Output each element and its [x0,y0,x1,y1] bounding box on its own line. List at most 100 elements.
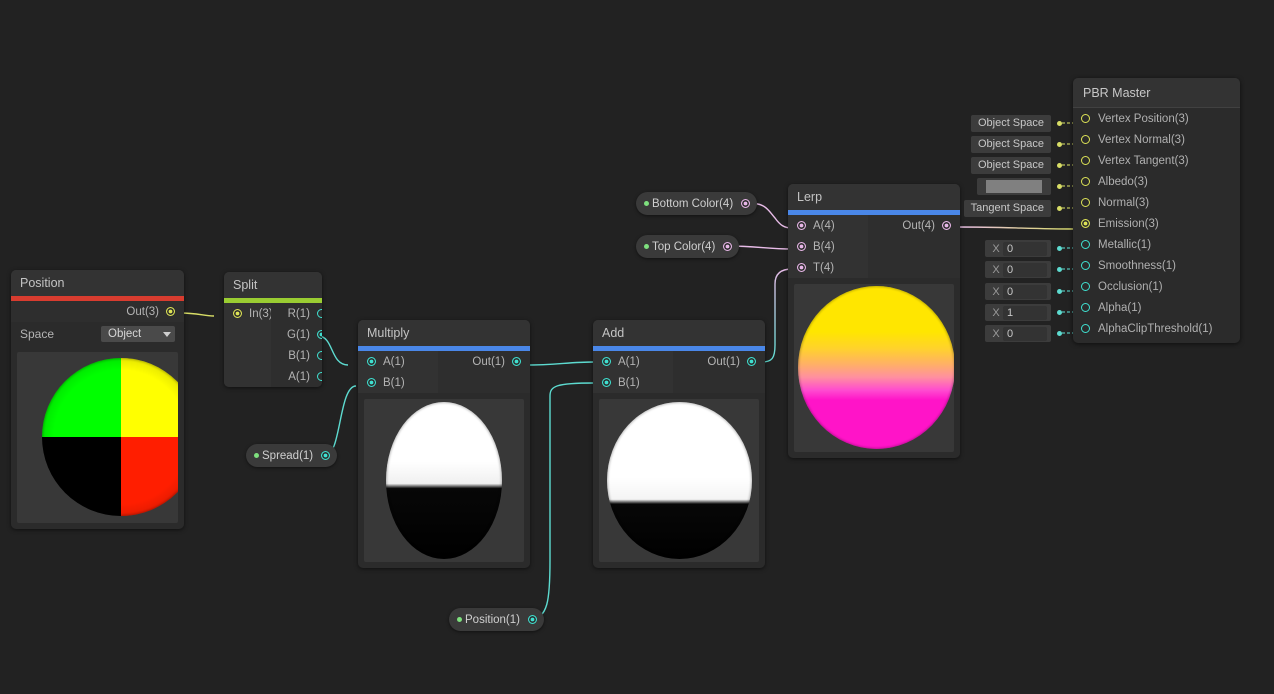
master-control-albedo[interactable] [960,178,1062,195]
normal-space-dropdown[interactable]: Tangent Space [963,200,1051,217]
property-bottom-color[interactable]: Bottom Color(4) [636,192,758,215]
port-dot-icon[interactable] [1081,114,1090,123]
output-port-out[interactable]: Out(4) [886,215,960,236]
port-dot-icon[interactable] [317,330,322,339]
node-pbr-master[interactable]: PBR Master Vertex Position(3) Vertex Nor… [1073,78,1240,343]
master-slot-metallic[interactable]: Metallic(1) [1073,234,1240,255]
input-port-b[interactable]: B(1) [593,372,673,393]
port-dot-icon[interactable] [797,221,806,230]
master-slot-alpha-clip-threshold[interactable]: AlphaClipThreshold(1) [1073,318,1240,339]
input-port-a[interactable]: A(1) [593,351,673,372]
occlusion-number-field[interactable]: X 0 [985,283,1051,300]
input-port-b[interactable]: B(4) [788,236,868,257]
port-dot-icon[interactable] [512,357,521,366]
master-slot-albedo[interactable]: Albedo(3) [1073,171,1240,192]
master-slot-label: Vertex Position(3) [1098,112,1189,125]
master-slot-label: Occlusion(1) [1098,280,1163,293]
port-dot-icon[interactable] [1081,282,1090,291]
port-dot-icon[interactable] [1081,177,1090,186]
alpha-clip-threshold-number-field[interactable]: X 0 [985,325,1051,342]
port-dot-icon[interactable] [233,309,242,318]
port-dot-icon[interactable] [166,307,175,316]
position-preview [17,352,178,523]
port-dot-icon[interactable] [321,451,331,460]
smoothness-number-field[interactable]: X 0 [985,261,1051,278]
port-dot-icon[interactable] [602,357,611,366]
alpha-value[interactable]: 1 [1003,305,1047,320]
input-port-in3[interactable]: In(3) [224,303,273,324]
node-multiply[interactable]: Multiply A(1) B(1) Out(1) [358,320,530,568]
output-port-out[interactable]: Out(1) [456,351,530,372]
alpha-number-field[interactable]: X 1 [985,304,1051,321]
port-dot-icon[interactable] [747,357,756,366]
port-dot-icon[interactable] [1081,219,1090,228]
smoothness-value[interactable]: 0 [1003,262,1047,277]
master-control-occlusion[interactable]: X 0 [960,283,1062,300]
master-control-metallic[interactable]: X 0 [960,240,1062,257]
master-slot-occlusion[interactable]: Occlusion(1) [1073,276,1240,297]
input-port-t[interactable]: T(4) [788,257,868,278]
port-dot-icon[interactable] [317,309,322,318]
node-split[interactable]: Split In(3) R(1) G(1) B(1) A(1) [224,272,322,387]
port-dot-icon[interactable] [317,351,322,360]
port-dot-icon[interactable] [527,615,537,624]
metallic-number-field[interactable]: X 0 [985,240,1051,257]
output-port-a[interactable]: A(1) [272,366,322,387]
property-top-color[interactable]: Top Color(4) [636,235,740,258]
shader-graph-canvas[interactable]: Position Out(3) Space Object Split In(3)… [0,0,1274,694]
master-control-smoothness[interactable]: X 0 [960,261,1062,278]
port-dot-icon[interactable] [1081,156,1090,165]
port-dot-icon[interactable] [1081,324,1090,333]
port-dot-icon[interactable] [317,372,322,381]
alpha-clip-threshold-value[interactable]: 0 [1003,326,1047,341]
port-dot-icon[interactable] [1081,261,1090,270]
port-dot-icon[interactable] [723,242,733,251]
master-control-vertex-normal[interactable]: Object Space [960,136,1062,153]
node-position[interactable]: Position Out(3) Space Object [11,270,184,529]
port-dot-icon[interactable] [367,357,376,366]
master-control-vertex-tangent[interactable]: Object Space [960,157,1062,174]
node-lerp[interactable]: Lerp A(4) B(4) T(4) Out(4) [788,184,960,458]
output-port-out3[interactable]: Out(3) [110,301,184,322]
port-dot-icon[interactable] [797,242,806,251]
master-slot-vertex-position[interactable]: Vertex Position(3) [1073,108,1240,129]
output-port-b[interactable]: B(1) [272,345,322,366]
vertex-normal-space-dropdown[interactable]: Object Space [970,136,1051,153]
master-slot-emission[interactable]: Emission(3) [1073,213,1240,234]
metallic-value[interactable]: 0 [1003,241,1047,256]
port-dot-icon[interactable] [1081,135,1090,144]
port-dot-icon[interactable] [797,263,806,272]
node-add[interactable]: Add A(1) B(1) Out(1) [593,320,765,568]
master-control-alpha[interactable]: X 1 [960,304,1062,321]
output-port-g[interactable]: G(1) [271,324,322,345]
vertex-position-space-dropdown[interactable]: Object Space [970,115,1051,132]
port-dot-icon[interactable] [1081,198,1090,207]
master-slot-vertex-tangent[interactable]: Vertex Tangent(3) [1073,150,1240,171]
position-space-row[interactable]: Space Object [11,322,184,346]
master-slot-vertex-normal[interactable]: Vertex Normal(3) [1073,129,1240,150]
master-control-vertex-position[interactable]: Object Space [960,115,1062,132]
port-dot-icon[interactable] [1081,240,1090,249]
port-dot-icon[interactable] [942,221,951,230]
occlusion-value[interactable]: 0 [1003,284,1047,299]
master-control-normal[interactable]: Tangent Space [960,200,1062,217]
input-port-b[interactable]: B(1) [358,372,438,393]
master-slot-smoothness[interactable]: Smoothness(1) [1073,255,1240,276]
position-space-dropdown[interactable]: Object [101,326,175,342]
master-slot-normal[interactable]: Normal(3) [1073,192,1240,213]
input-port-label: B(1) [383,376,405,389]
input-port-a[interactable]: A(1) [358,351,438,372]
output-port-r[interactable]: R(1) [272,303,322,324]
output-port-out[interactable]: Out(1) [691,351,765,372]
property-position[interactable]: Position(1) [449,608,544,631]
vertex-tangent-space-dropdown[interactable]: Object Space [970,157,1051,174]
albedo-color-field[interactable] [977,178,1051,195]
port-dot-icon[interactable] [1081,303,1090,312]
property-spread[interactable]: Spread(1) [246,444,338,467]
port-dot-icon[interactable] [367,378,376,387]
port-dot-icon[interactable] [741,199,751,208]
master-slot-alpha[interactable]: Alpha(1) [1073,297,1240,318]
port-dot-icon[interactable] [602,378,611,387]
input-port-a[interactable]: A(4) [788,215,868,236]
master-control-alpha-clip-threshold[interactable]: X 0 [960,325,1062,342]
